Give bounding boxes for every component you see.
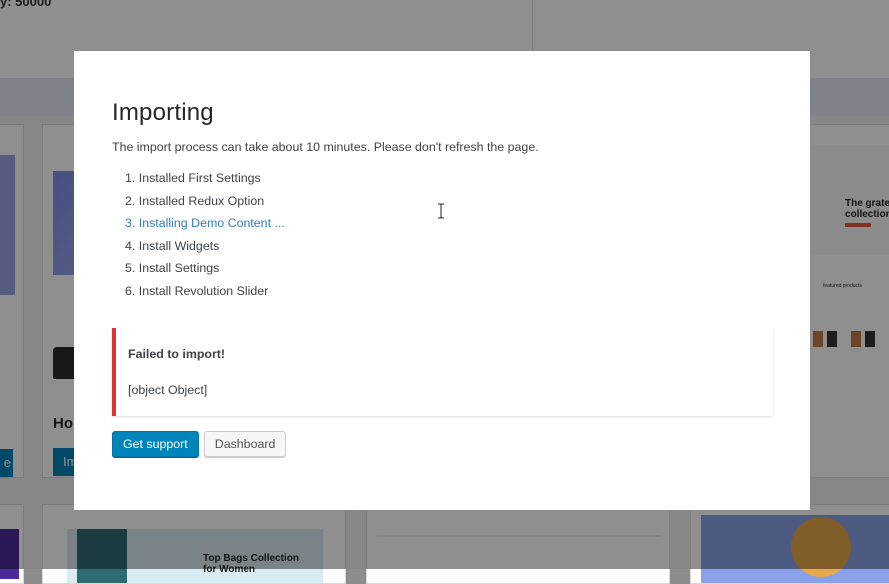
error-message: [object Object] <box>128 382 208 397</box>
import-modal: Importing The import process can take ab… <box>74 51 810 510</box>
dashboard-button[interactable]: Dashboard <box>203 430 287 457</box>
error-notice: Failed to import! [object Object] <box>112 327 773 416</box>
modal-title: Importing <box>112 99 214 126</box>
error-title: Failed to import! <box>128 346 226 361</box>
import-step: 4. Install Widgets <box>125 238 220 253</box>
import-step-active: 3. Installing Demo Content ... <box>125 216 285 231</box>
import-steps-list: 1. Installed First Settings 2. Installed… <box>125 167 772 303</box>
import-step: 2. Installed Redux Option <box>125 193 265 208</box>
import-step: 6. Install Revolution Slider <box>125 283 269 298</box>
modal-description: The import process can take about 10 min… <box>112 140 539 154</box>
text-cursor-icon <box>438 203 444 219</box>
modal-actions: Get support Dashboard <box>112 430 772 457</box>
import-step: 5. Install Settings <box>125 261 220 276</box>
import-step: 1. Installed First Settings <box>125 171 261 185</box>
get-support-button[interactable]: Get support <box>112 430 199 457</box>
